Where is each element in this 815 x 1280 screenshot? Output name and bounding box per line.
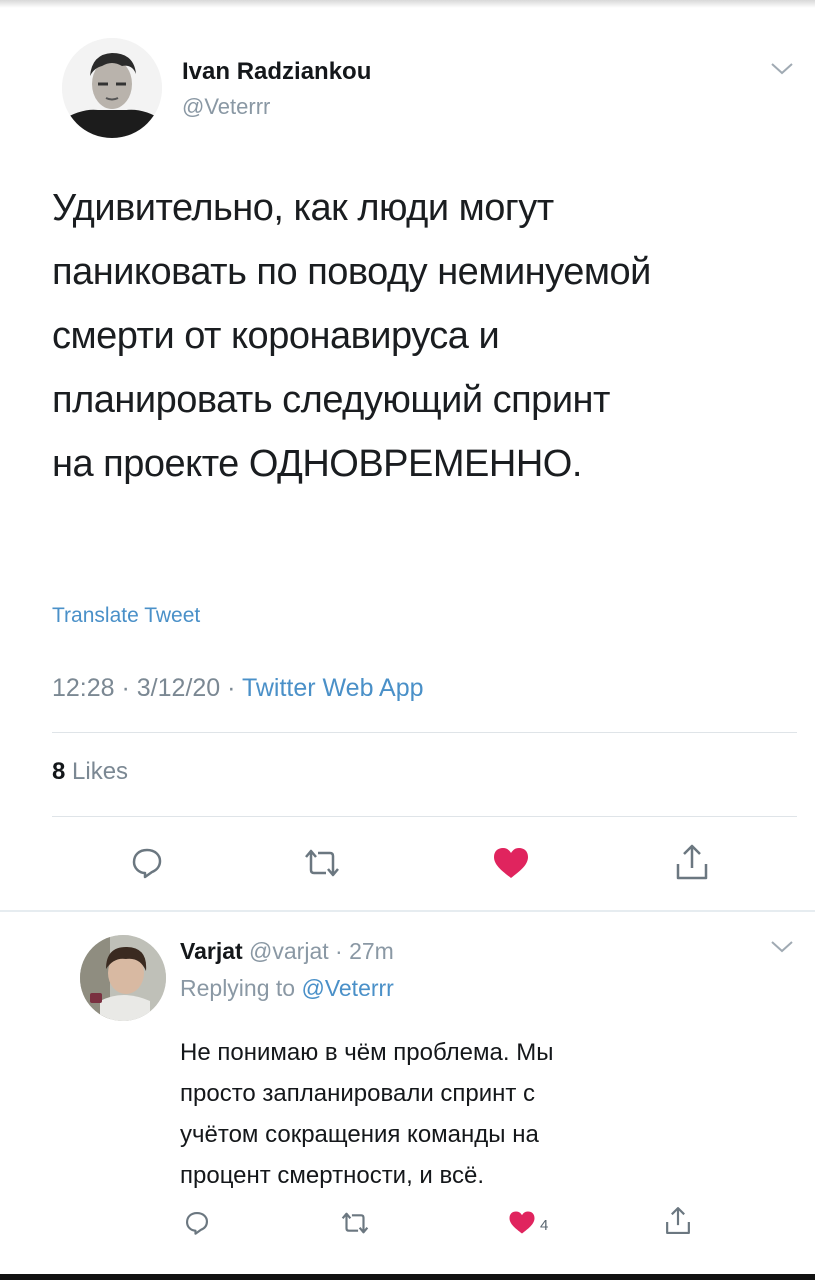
likes-summary[interactable]: 8 Likes bbox=[52, 758, 128, 786]
reply-text-line: процент смертности, и всё. bbox=[180, 1162, 484, 1189]
tweet-text: Удивительно, как люди могут паниковать п… bbox=[52, 176, 807, 496]
reply-age: 27m bbox=[349, 938, 394, 964]
tweet-text-line: смерти от коронавируса и bbox=[52, 315, 500, 357]
chevron-down-icon[interactable] bbox=[770, 940, 794, 959]
top-edge bbox=[0, 0, 815, 8]
reply-button[interactable] bbox=[184, 1210, 210, 1241]
heart-icon bbox=[492, 846, 530, 885]
reply-text: Не понимаю в чём проблема. Мы просто зап… bbox=[180, 1032, 780, 1196]
avatar[interactable] bbox=[80, 935, 166, 1021]
bottom-edge bbox=[0, 1274, 815, 1280]
meta-separator: · bbox=[220, 674, 242, 702]
chevron-down-icon[interactable] bbox=[770, 62, 794, 81]
share-button[interactable] bbox=[674, 842, 710, 887]
divider bbox=[52, 816, 797, 817]
share-button[interactable] bbox=[664, 1205, 692, 1241]
reply-author-name[interactable]: Varjat bbox=[180, 938, 243, 964]
translate-tweet-link[interactable]: Translate Tweet bbox=[52, 604, 200, 628]
tweet-date: 3/12/20 bbox=[136, 674, 221, 702]
reply-text-line: просто запланировали спринт с bbox=[180, 1080, 536, 1107]
share-icon bbox=[674, 842, 710, 887]
retweet-button[interactable] bbox=[338, 1211, 372, 1240]
meta-separator: · bbox=[114, 674, 137, 702]
divider bbox=[52, 732, 797, 733]
reply-icon bbox=[130, 846, 164, 885]
replying-to-mention[interactable]: @Veterrr bbox=[301, 975, 393, 1001]
retweet-button[interactable] bbox=[300, 848, 344, 883]
reply-text-line: учётом сокращения команды на bbox=[180, 1121, 539, 1148]
section-divider bbox=[0, 910, 815, 912]
share-icon bbox=[664, 1205, 692, 1241]
like-button[interactable] bbox=[492, 846, 530, 885]
replying-to-line: Replying to @Veterrr bbox=[180, 975, 394, 1002]
reply-button[interactable] bbox=[130, 846, 164, 885]
likes-label: Likes bbox=[72, 758, 129, 785]
retweet-icon bbox=[300, 848, 344, 883]
tweet-text-line: на проекте ОДНОВРЕМЕННО. bbox=[52, 443, 582, 485]
reply-text-line: Не понимаю в чём проблема. Мы bbox=[180, 1039, 554, 1066]
tweet-text-line: паниковать по поводу неминуемой bbox=[52, 251, 651, 293]
retweet-icon bbox=[338, 1211, 372, 1240]
reply-author-handle[interactable]: @varjat bbox=[249, 938, 329, 964]
reply-header: Varjat @varjat · 27m bbox=[180, 938, 394, 965]
meta-separator: · bbox=[328, 938, 350, 964]
like-count: 4 bbox=[540, 1216, 549, 1234]
author-name[interactable]: Ivan Radziankou bbox=[182, 58, 371, 86]
replying-prefix: Replying to bbox=[180, 975, 302, 1001]
author-handle[interactable]: @Veterrr bbox=[182, 94, 270, 120]
likes-count: 8 bbox=[52, 758, 66, 785]
tweet-time: 12:28 bbox=[52, 674, 115, 702]
tweet-meta: 12:28 · 3/12/20 · Twitter Web App bbox=[52, 674, 424, 703]
like-button[interactable]: 4 bbox=[508, 1210, 548, 1240]
tweet-source-link[interactable]: Twitter Web App bbox=[242, 674, 424, 702]
reply-icon bbox=[184, 1210, 210, 1241]
heart-icon bbox=[508, 1210, 536, 1240]
avatar[interactable] bbox=[62, 38, 162, 138]
tweet-text-line: Удивительно, как люди могут bbox=[52, 187, 554, 229]
tweet-text-line: планировать следующий спринт bbox=[52, 379, 610, 421]
